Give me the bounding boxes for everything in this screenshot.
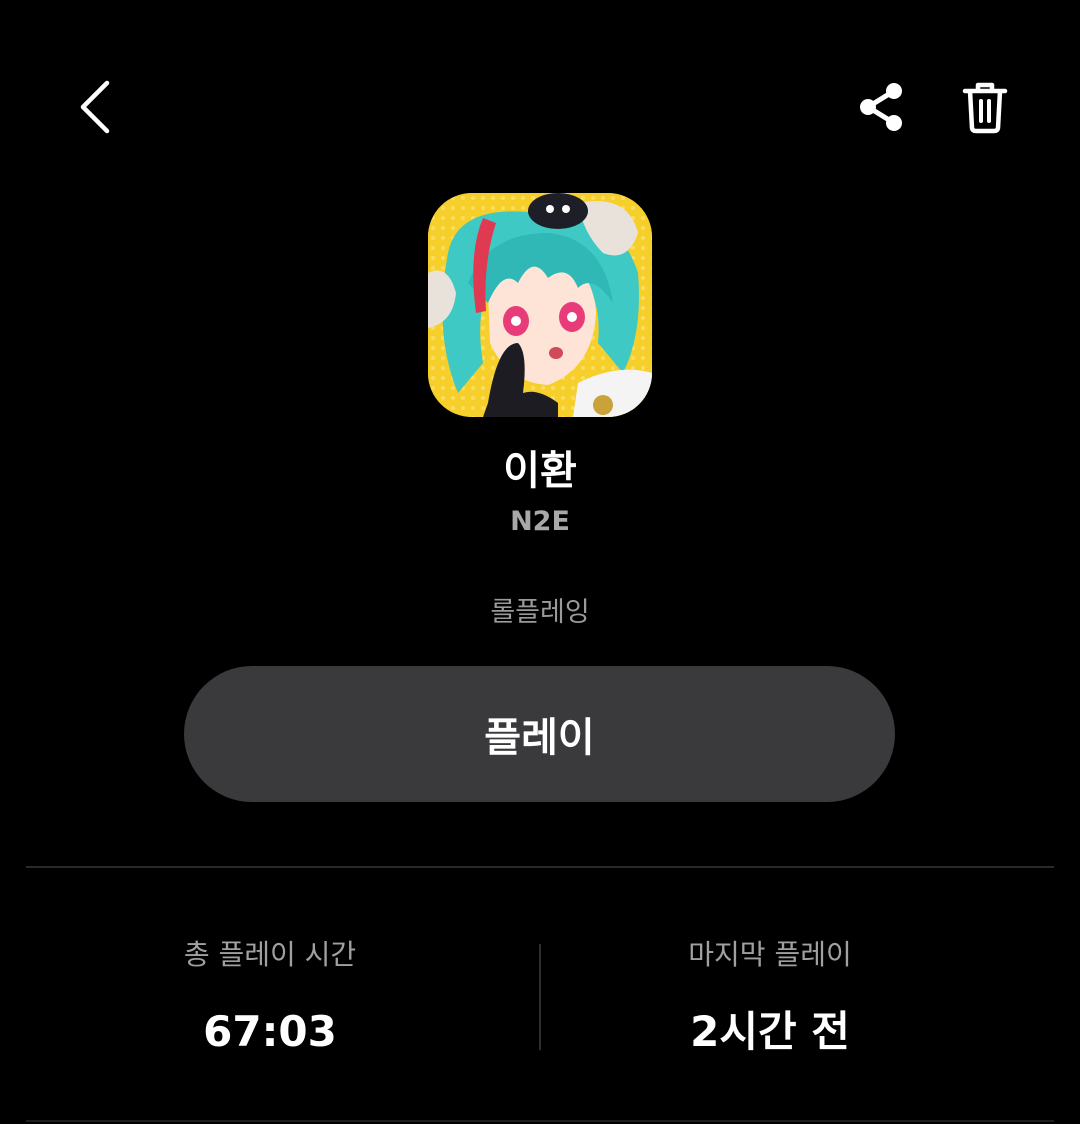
section-divider bbox=[26, 866, 1054, 868]
last-played-stat: 마지막 플레이 2시간 전 bbox=[540, 930, 1000, 1062]
developer-name[interactable]: N2E bbox=[0, 506, 1080, 537]
total-play-time-label: 총 플레이 시간 bbox=[183, 938, 357, 971]
total-play-time-value: 67:03 bbox=[203, 1007, 337, 1056]
total-play-time-stat: 총 플레이 시간 67:03 bbox=[40, 930, 500, 1062]
trash-icon bbox=[962, 82, 1008, 134]
last-played-value: 2시간 전 bbox=[690, 1007, 850, 1056]
share-icon bbox=[860, 83, 902, 131]
last-played-label: 마지막 플레이 bbox=[688, 938, 852, 971]
app-title: 이환 bbox=[503, 448, 577, 494]
share-button[interactable] bbox=[846, 72, 916, 142]
genre-label: 롤플레잉 bbox=[490, 597, 590, 628]
character-portrait-icon bbox=[428, 193, 652, 417]
back-button[interactable] bbox=[60, 72, 130, 142]
bottom-divider bbox=[26, 1120, 1054, 1122]
play-button[interactable]: 플레이 bbox=[184, 666, 895, 802]
app-icon bbox=[428, 193, 652, 417]
delete-button[interactable] bbox=[950, 72, 1020, 142]
chevron-left-icon bbox=[80, 80, 110, 134]
top-bar bbox=[0, 0, 1080, 210]
